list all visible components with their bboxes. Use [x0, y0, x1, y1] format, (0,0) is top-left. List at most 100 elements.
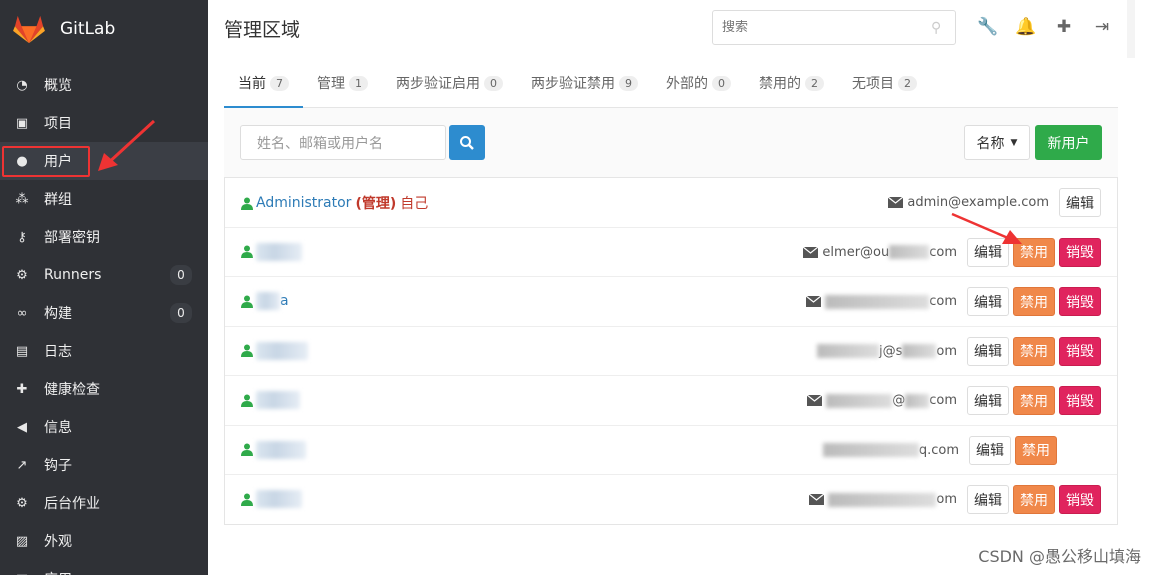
app-name: GitLab — [60, 19, 116, 39]
image-icon: ▨ — [15, 533, 29, 549]
sidebar-item-label: 外观 — [44, 534, 72, 550]
envelope-icon — [888, 197, 904, 208]
sidebar-item-label: 后台作业 — [44, 496, 100, 512]
tab-count: 1 — [349, 76, 368, 91]
filter-bar: 姓名、邮箱或用户名 名称 ▼ 新用户 — [224, 108, 1118, 178]
user-row: @ com 编辑 禁用 销毁 — [225, 376, 1117, 426]
global-search[interactable]: ⚲ — [712, 10, 956, 45]
user-filter-tabs: 当前 7 管理 1 两步验证启用 0 两步验证禁用 9 外部的 0 禁用的 2 无项目 2 — [224, 63, 1118, 108]
self-label: 自己 — [400, 196, 429, 212]
sidebar-item-messages[interactable]: ◀ 信息 — [0, 408, 208, 446]
tab-admins[interactable]: 管理 1 — [303, 63, 382, 108]
user-row: Administrator (管理) 自己 admin@example.com … — [225, 178, 1117, 228]
sidebar-item-projects[interactable]: ▣ 项目 — [0, 104, 208, 142]
sidebar-item-appearance[interactable]: ▨ 外观 — [0, 522, 208, 560]
bell-icon[interactable]: 🔔 — [1015, 16, 1036, 38]
tab-2fa-enabled[interactable]: 两步验证启用 0 — [382, 63, 517, 108]
user-icon — [241, 245, 253, 258]
block-button[interactable]: 禁用 — [1013, 485, 1055, 514]
email-tail: om — [936, 492, 957, 507]
block-button[interactable]: 禁用 — [1013, 336, 1055, 366]
sidebar-item-overview[interactable]: ◔ 概览 — [0, 66, 208, 104]
tab-count: 0 — [712, 76, 731, 91]
redacted-email — [828, 492, 937, 507]
user-list: Administrator (管理) 自己 admin@example.com … — [224, 178, 1118, 525]
plus-icon[interactable]: ✚ — [1054, 16, 1074, 38]
user-email: q.com — [822, 443, 959, 458]
email-tail: com — [929, 393, 957, 408]
edit-button[interactable]: 编辑 — [1059, 188, 1101, 217]
user-row: a com 编辑 禁用 销毁 — [225, 277, 1117, 327]
wrench-icon[interactable]: 🔧 — [977, 16, 998, 38]
link-icon: ∞ — [16, 305, 28, 321]
block-button[interactable]: 禁用 — [1013, 287, 1055, 316]
user-email: admin@example.com — [888, 195, 1049, 210]
user-icon — [241, 295, 253, 308]
scrollbar[interactable] — [1127, 0, 1135, 58]
sort-dropdown[interactable]: 名称 ▼ — [964, 125, 1030, 160]
redacted-email — [816, 344, 879, 358]
user-name-link[interactable]: a — [280, 293, 289, 309]
sidebar-item-groups[interactable]: ⁂ 群组 — [0, 180, 208, 218]
user-icon — [241, 344, 253, 357]
search-icon: ⚲ — [931, 19, 942, 36]
key-icon: ⚷ — [17, 229, 27, 245]
user-icon — [241, 493, 253, 506]
tab-blocked[interactable]: 禁用的 2 — [745, 63, 838, 108]
sidebar-item-background-jobs[interactable]: ⚙ 后台作业 — [0, 484, 208, 522]
tab-without-projects[interactable]: 无项目 2 — [838, 63, 931, 108]
block-button[interactable]: 禁用 — [1013, 386, 1055, 415]
redacted-username — [256, 440, 306, 459]
redacted-username — [256, 292, 280, 310]
remove-button[interactable]: 销毁 — [1059, 287, 1101, 316]
envelope-icon — [809, 494, 825, 505]
sidebar-item-label: 概览 — [44, 78, 72, 94]
user-icon — [241, 394, 253, 407]
tab-label: 当前 — [238, 76, 266, 92]
sidebar-item-health-check[interactable]: ✚ 健康检查 — [0, 370, 208, 408]
user-search-input[interactable]: 姓名、邮箱或用户名 — [240, 125, 446, 160]
tab-2fa-disabled[interactable]: 两步验证禁用 9 — [517, 63, 652, 108]
search-input[interactable] — [713, 20, 931, 35]
new-user-button[interactable]: 新用户 — [1035, 125, 1102, 160]
user-email: j@s om — [816, 344, 957, 359]
sidebar-item-logs[interactable]: ▤ 日志 — [0, 332, 208, 370]
edit-button[interactable]: 编辑 — [967, 386, 1009, 415]
edit-button[interactable]: 编辑 — [967, 287, 1009, 316]
brand[interactable]: GitLab — [0, 0, 208, 58]
block-button[interactable]: 禁用 — [1013, 237, 1055, 267]
sidebar-item-label: 用户 — [44, 154, 72, 170]
sidebar-item-users[interactable]: ● 用户 — [0, 142, 208, 180]
external-link-icon: ↗ — [16, 457, 28, 473]
edit-button[interactable]: 编辑 — [967, 485, 1009, 514]
search-button[interactable] — [449, 125, 485, 160]
envelope-icon — [807, 395, 823, 406]
header-icons: 🔧 🔔 ✚ ⇥ — [977, 16, 1112, 38]
remove-button[interactable]: 销毁 — [1059, 237, 1101, 267]
sidebar-item-applications[interactable]: ▦ 应用 — [0, 560, 208, 575]
sidebar-item-label: 应用 — [44, 569, 72, 575]
sidebar-item-runners[interactable]: ⚙ Runners 0 — [0, 256, 208, 294]
remove-button[interactable]: 销毁 — [1059, 485, 1101, 514]
tab-active[interactable]: 当前 7 — [224, 63, 303, 108]
edit-button[interactable]: 编辑 — [969, 435, 1011, 465]
remove-button[interactable]: 销毁 — [1059, 336, 1101, 366]
sidebar-item-deploy-keys[interactable]: ⚷ 部署密钥 — [0, 218, 208, 256]
tab-external[interactable]: 外部的 0 — [652, 63, 745, 108]
user-row: om 编辑 禁用 销毁 — [225, 475, 1117, 525]
block-button[interactable]: 禁用 — [1015, 435, 1057, 465]
sidebar-item-hooks[interactable]: ↗ 钩子 — [0, 446, 208, 484]
user-email: @ com — [807, 393, 957, 408]
user-icon — [241, 197, 253, 210]
sign-out-icon[interactable]: ⇥ — [1092, 16, 1112, 38]
envelope-icon — [803, 246, 819, 258]
runners-count: 0 — [170, 265, 192, 285]
edit-button[interactable]: 编辑 — [967, 237, 1009, 267]
remove-button[interactable]: 销毁 — [1059, 386, 1101, 415]
user-row: j@s om 编辑 禁用 销毁 — [225, 327, 1117, 376]
user-name-link[interactable]: Administrator — [256, 195, 351, 211]
redacted-username — [256, 242, 302, 261]
email-tail: com — [929, 244, 957, 260]
sidebar-item-builds[interactable]: ∞ 构建 0 — [0, 294, 208, 332]
edit-button[interactable]: 编辑 — [967, 336, 1009, 366]
